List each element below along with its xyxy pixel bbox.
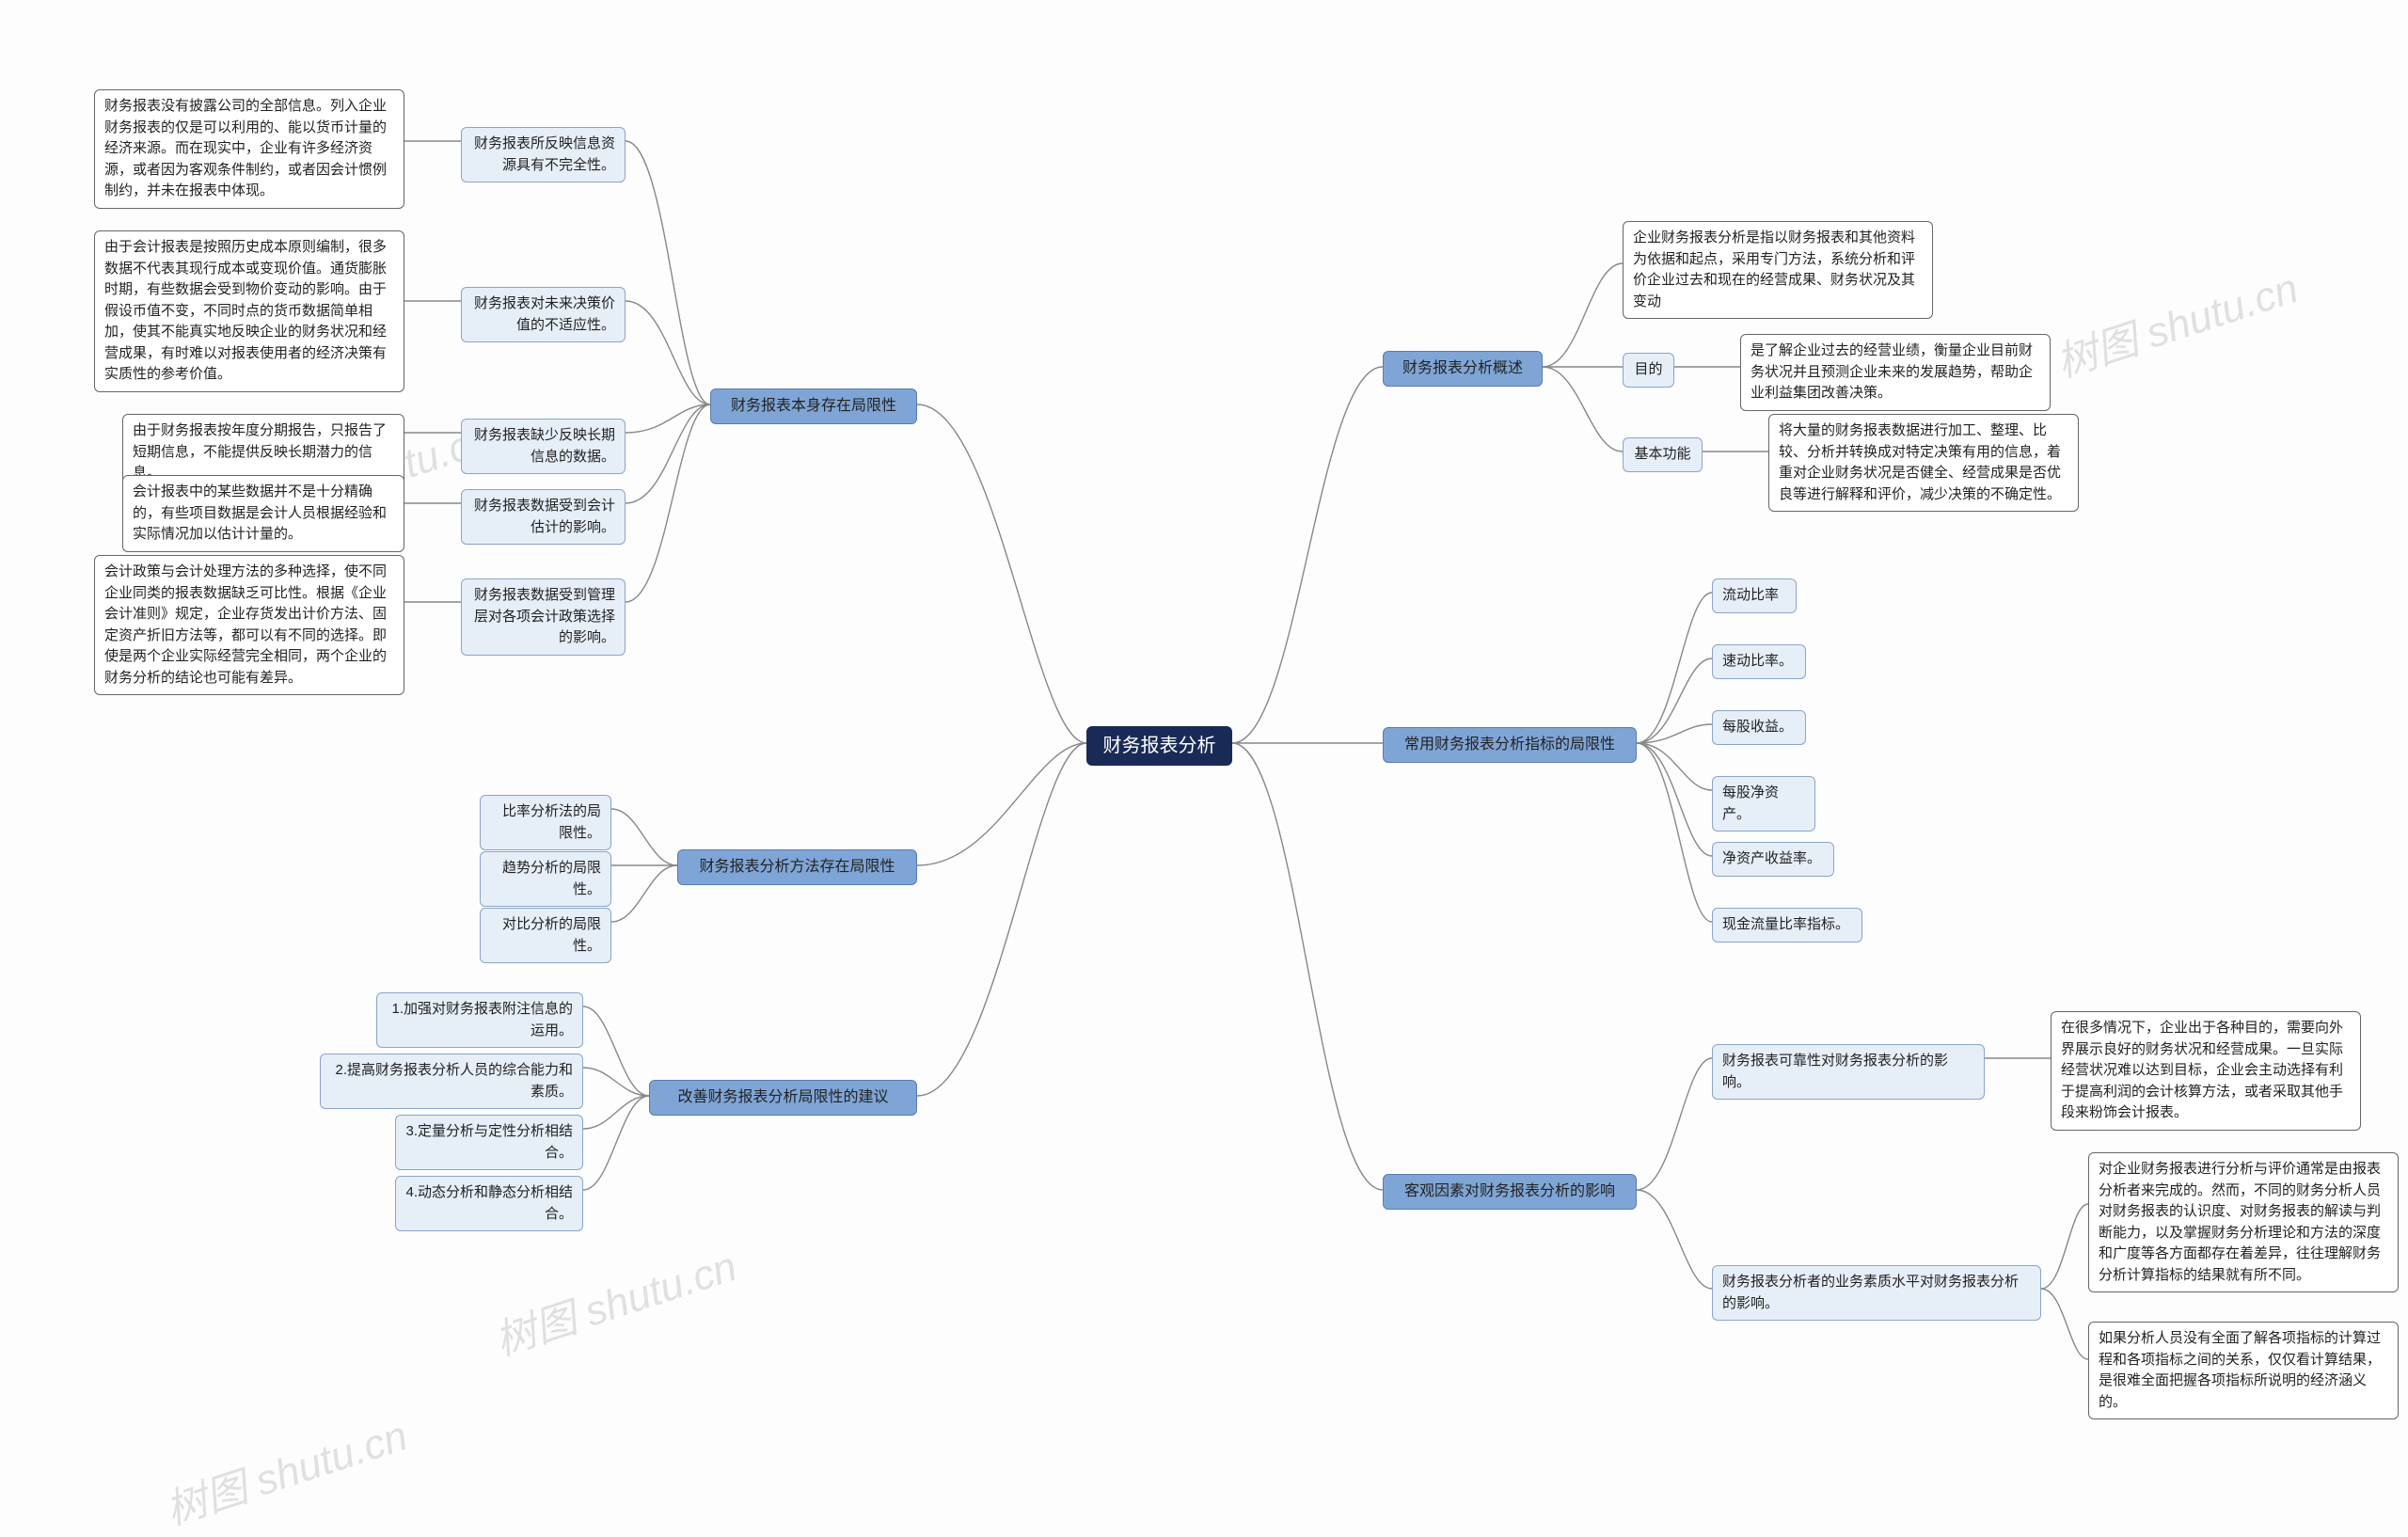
- l2-c1[interactable]: 趋势分析的局限性。: [480, 851, 611, 907]
- l3-c2[interactable]: 3.定量分析与定性分析相结合。: [395, 1115, 583, 1170]
- l1-c3-detail: 会计报表中的某些数据并不是十分精确的，有些项目数据是会计人员根据经验和实际情况加…: [122, 475, 404, 552]
- r1-c2-detail: 将大量的财务报表数据进行加工、整理、比较、分析并转换成对特定决策有用的信息，着重…: [1768, 414, 2079, 512]
- l3-c0[interactable]: 1.加强对财务报表附注信息的运用。: [376, 992, 583, 1048]
- r2-c0[interactable]: 流动比率: [1712, 578, 1797, 613]
- root-node[interactable]: 财务报表分析: [1086, 726, 1232, 766]
- r3-c1-detail0: 对企业财务报表进行分析与评价通常是由报表分析者来完成的。然而，不同的财务分析人员…: [2088, 1152, 2399, 1292]
- r1-c1-detail: 是了解企业过去的经营业绩，衡量企业目前财务状况并且预测企业未来的发展趋势，帮助企…: [1740, 334, 2051, 411]
- right-branch-overview[interactable]: 财务报表分析概述: [1383, 351, 1543, 387]
- l1-c0-detail: 财务报表没有披露公司的全部信息。列入企业财务报表的仅是可以利用的、能以货币计量的…: [94, 89, 404, 209]
- r3-c1-detail1: 如果分析人员没有全面了解各项指标的计算过程和各项指标之间的关系，仅仅看计算结果，…: [2088, 1322, 2399, 1419]
- r2-c5[interactable]: 现金流量比率指标。: [1712, 908, 1862, 943]
- left-branch-method-limitations[interactable]: 财务报表分析方法存在局限性: [677, 849, 917, 885]
- watermark: 树图 shutu.cn: [2048, 254, 2305, 388]
- l1-c0[interactable]: 财务报表所反映信息资源具有不完全性。: [461, 127, 626, 182]
- l1-c3[interactable]: 财务报表数据受到会计估计的影响。: [461, 489, 626, 545]
- r2-c1[interactable]: 速动比率。: [1712, 644, 1806, 679]
- r2-c4[interactable]: 净资产收益率。: [1712, 842, 1834, 877]
- left-branch-improvements[interactable]: 改善财务报表分析局限性的建议: [649, 1080, 917, 1116]
- l2-c0[interactable]: 比率分析法的局限性。: [480, 795, 611, 850]
- r1-c1[interactable]: 目的: [1623, 353, 1674, 388]
- l1-c2[interactable]: 财务报表缺少反映长期信息的数据。: [461, 419, 626, 474]
- r2-c2[interactable]: 每股收益。: [1712, 710, 1806, 745]
- l1-c1[interactable]: 财务报表对未来决策价值的不适应性。: [461, 287, 626, 342]
- r2-c3[interactable]: 每股净资产。: [1712, 776, 1815, 832]
- mindmap-canvas: 树图 shutu.cn 树图 shutu.cn 树图 shutu.cn 树图 s…: [0, 0, 2408, 1489]
- right-branch-indicator-limitations[interactable]: 常用财务报表分析指标的局限性: [1383, 727, 1637, 763]
- watermark: 树图 shutu.cn: [157, 1402, 414, 1536]
- r3-c0[interactable]: 财务报表可靠性对财务报表分析的影响。: [1712, 1044, 1985, 1100]
- r3-c0-detail: 在很多情况下，企业出于各种目的，需要向外界展示良好的财务状况和经营成果。一旦实际…: [2051, 1011, 2361, 1131]
- l2-c2[interactable]: 对比分析的局限性。: [480, 908, 611, 963]
- l1-c1-detail: 由于会计报表是按照历史成本原则编制，很多数据不代表其现行成本或变现价值。通货膨胀…: [94, 230, 404, 392]
- r1-c0: 企业财务报表分析是指以财务报表和其他资料为依据和起点，采用专门方法，系统分析和评…: [1623, 221, 1933, 319]
- l1-c4[interactable]: 财务报表数据受到管理层对各项会计政策选择的影响。: [461, 578, 626, 656]
- right-branch-objective-factors[interactable]: 客观因素对财务报表分析的影响: [1383, 1174, 1637, 1210]
- l3-c1[interactable]: 2.提高财务报表分析人员的综合能力和素质。: [320, 1054, 583, 1109]
- r3-c1[interactable]: 财务报表分析者的业务素质水平对财务报表分析的影响。: [1712, 1265, 2041, 1321]
- l3-c3[interactable]: 4.动态分析和静态分析相结合。: [395, 1176, 583, 1231]
- r1-c2[interactable]: 基本功能: [1623, 437, 1703, 472]
- l1-c4-detail: 会计政策与会计处理方法的多种选择，使不同企业同类的报表数据缺乏可比性。根据《企业…: [94, 555, 404, 695]
- watermark: 树图 shutu.cn: [486, 1232, 743, 1367]
- left-branch-limitations-self[interactable]: 财务报表本身存在局限性: [710, 388, 917, 424]
